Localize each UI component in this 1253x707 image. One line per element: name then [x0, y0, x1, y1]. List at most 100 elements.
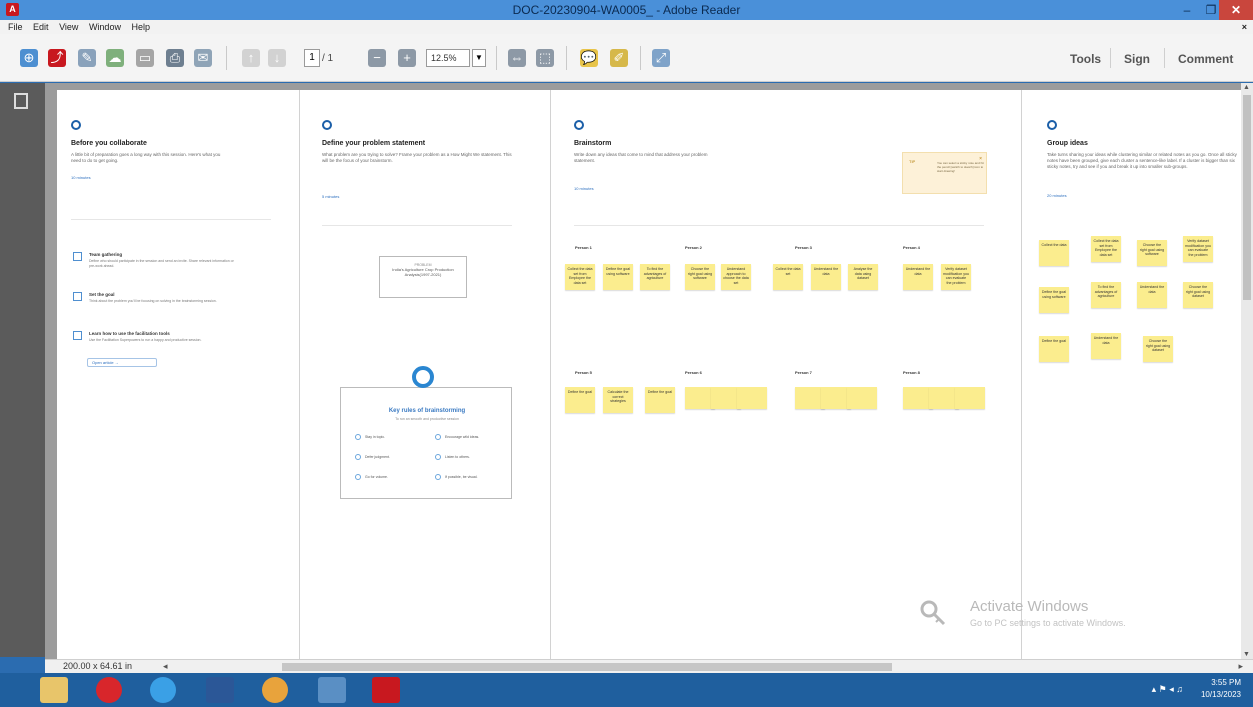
zoom-in-icon[interactable]: +	[398, 49, 416, 67]
cloud-icon[interactable]: ☁	[106, 49, 124, 67]
sticky-note[interactable]: Choose the right goal using dataset	[1183, 282, 1213, 308]
person-label: Person 2	[685, 245, 702, 250]
edit-document-icon[interactable]: ✎	[78, 49, 96, 67]
sign-pane-link[interactable]: Sign	[1124, 52, 1150, 66]
person-label: Person 6	[685, 370, 702, 375]
column-divider	[550, 90, 551, 659]
file-explorer-icon[interactable]	[40, 677, 68, 703]
sticky-note[interactable]: Understand the data	[1137, 282, 1167, 308]
opera-icon[interactable]	[96, 677, 122, 703]
toolbar-separator	[1164, 48, 1165, 68]
person-label: Person 4	[903, 245, 920, 250]
close-document-button[interactable]: ×	[1242, 20, 1247, 34]
menu-window[interactable]: Window	[89, 20, 121, 34]
highlight-icon[interactable]: ✐	[610, 49, 628, 67]
sticky-note[interactable]: Collect the data set	[773, 264, 803, 290]
menu-file[interactable]: File	[8, 20, 23, 34]
rule-item: Go for volume.	[355, 474, 388, 480]
next-page-icon[interactable]: ↓	[268, 49, 286, 67]
fit-width-icon[interactable]: ⇔	[508, 49, 526, 67]
scroll-up-icon[interactable]: ▲	[1243, 84, 1250, 91]
menu-view[interactable]: View	[59, 20, 78, 34]
sticky-note[interactable]: Collect the data set from Employee the d…	[1091, 236, 1121, 262]
system-tray-icons[interactable]: ▴ ⚑ ◂ ♫	[1152, 684, 1183, 695]
pdf-open-icon[interactable]: ⤴	[48, 49, 66, 67]
sticky-note[interactable]: Verify dataset modification you can eval…	[941, 264, 971, 290]
tip-title: TIP	[909, 159, 916, 164]
zoom-level-input[interactable]: 12.5%	[426, 49, 470, 67]
clock-date: 10/13/2023	[1200, 690, 1241, 699]
title-bar: A DOC-20230904-WA0005_ - Adobe Reader – …	[0, 0, 1253, 20]
email-icon[interactable]: ✉	[194, 49, 212, 67]
sticky-note-empty[interactable]	[847, 387, 877, 409]
sticky-note[interactable]: Define the goal	[1039, 336, 1069, 362]
sticky-note[interactable]: Collect the data set from Employee the d…	[565, 264, 595, 290]
chrome-icon[interactable]	[262, 677, 288, 703]
window-title: DOC-20230904-WA0005_ - Adobe Reader	[512, 3, 741, 17]
scroll-right-icon[interactable]: ▸	[1238, 661, 1243, 672]
adobe-reader-taskbar-icon[interactable]	[372, 677, 400, 703]
clock[interactable]: 3:55 PM 10/13/2023	[1201, 677, 1241, 701]
comment-pane-link[interactable]: Comment	[1178, 52, 1233, 66]
sticky-note[interactable]: Verify dataset modification you can eval…	[1183, 236, 1213, 262]
section-time: 10 minutes	[574, 186, 594, 191]
previous-page-icon[interactable]: ↑	[242, 49, 260, 67]
vertical-scrollbar[interactable]: ▲ ▼	[1241, 83, 1253, 659]
comment-icon[interactable]: 💬	[580, 49, 598, 67]
internet-explorer-icon[interactable]	[150, 677, 176, 703]
document-area[interactable]: Before you collaborate A little bit of p…	[45, 83, 1241, 659]
page-number-input[interactable]: 1	[304, 49, 320, 67]
sticky-note[interactable]: Choose the right goal using software	[1137, 240, 1167, 266]
sticky-note[interactable]: Define the goal using software	[1039, 287, 1069, 313]
sticky-note[interactable]: Define the goal using software	[603, 264, 633, 290]
checkbox-icon	[73, 331, 82, 340]
sticky-note-empty[interactable]	[737, 387, 767, 409]
section-time: 5 minutes	[322, 194, 340, 199]
rule-icon	[435, 434, 441, 440]
sticky-note[interactable]: Define the goal	[565, 387, 595, 413]
tip-text: You can select a sticky note and hit the…	[937, 161, 984, 173]
sticky-note-empty[interactable]	[955, 387, 985, 409]
zoom-out-icon[interactable]: −	[368, 49, 386, 67]
scrollbar-thumb[interactable]	[1243, 95, 1251, 300]
page-dimensions: 200.00 x 64.61 in	[63, 661, 133, 671]
sticky-note[interactable]: Understand approach to choose the data s…	[721, 264, 751, 290]
sticky-note[interactable]: Understand the data	[1091, 333, 1121, 359]
sticky-note[interactable]: Choose the right goal using software	[685, 264, 715, 290]
menu-edit[interactable]: Edit	[33, 20, 49, 34]
watermark-title: Activate Windows	[970, 598, 1089, 615]
sticky-note[interactable]: To find the advantages of agriculture	[640, 264, 670, 290]
expand-icon[interactable]: ⤢	[652, 49, 670, 67]
sticky-note[interactable]: To find the advantages of agriculture	[1091, 282, 1121, 308]
menu-help[interactable]: Help	[131, 20, 150, 34]
close-button[interactable]: ✕	[1219, 0, 1253, 20]
page-thumbnails-icon[interactable]	[14, 93, 28, 109]
sticky-note[interactable]: Analyse the data using dataset	[848, 264, 878, 290]
scroll-down-icon[interactable]: ▼	[1243, 651, 1250, 658]
create-icon[interactable]: ⊕	[20, 49, 38, 67]
sticky-note[interactable]: Collect the data	[1039, 240, 1069, 266]
horizontal-scrollbar-thumb[interactable]	[282, 663, 892, 671]
rule-item: Stay in topic.	[355, 434, 385, 440]
section-text: What problem are you trying to solve? Fr…	[322, 152, 512, 163]
person-label: Person 5	[575, 370, 592, 375]
tip-close-icon: ×	[979, 156, 982, 162]
checklist-title: Set the goal	[89, 292, 115, 297]
fit-page-icon[interactable]: ⬚	[536, 49, 554, 67]
sticky-note[interactable]: Choose the right goal using dataset	[1143, 336, 1173, 362]
sticky-note[interactable]: Define the goal	[645, 387, 675, 413]
save-icon[interactable]: ▭	[136, 49, 154, 67]
zoom-dropdown-button[interactable]: ▼	[472, 49, 486, 67]
sticky-note[interactable]: Calculate the correct strategies	[603, 387, 633, 413]
key-icon	[920, 600, 946, 626]
rule-item: Encourage wild ideas.	[435, 434, 479, 440]
section-title: Brainstorm	[574, 140, 612, 147]
sticky-note[interactable]: Understand the data	[811, 264, 841, 290]
open-article-button[interactable]: Open article →	[87, 358, 157, 367]
scroll-left-icon[interactable]: ◂	[163, 661, 168, 672]
word-icon[interactable]	[206, 677, 234, 703]
sticky-note[interactable]: Understand the data	[903, 264, 933, 290]
print-icon[interactable]: ⎙	[166, 49, 184, 67]
tools-pane-link[interactable]: Tools	[1070, 52, 1101, 66]
media-icon[interactable]	[318, 677, 346, 703]
